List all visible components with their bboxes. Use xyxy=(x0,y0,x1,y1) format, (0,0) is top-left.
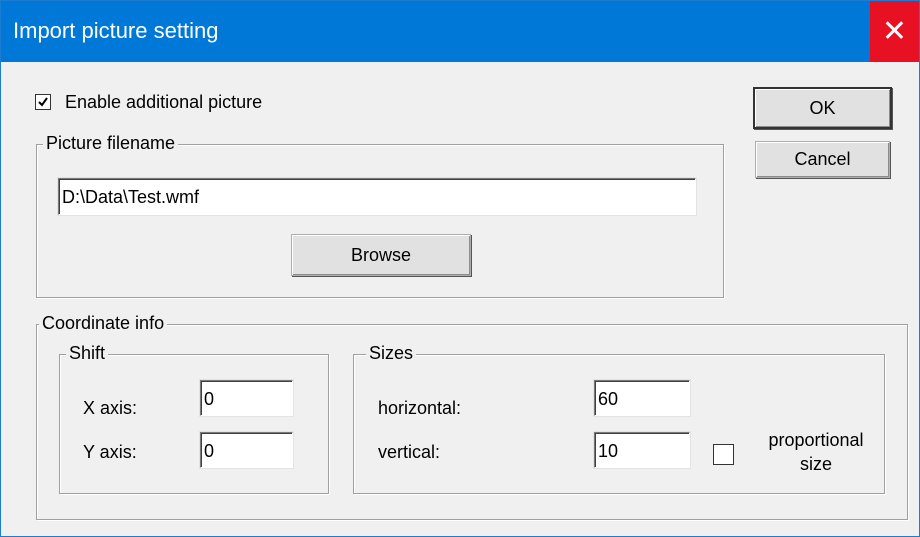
horizontal-label: horizontal: xyxy=(378,398,462,418)
proportional-size-label-line1: proportional xyxy=(768,430,864,450)
sizes-group-label: Sizes xyxy=(366,343,417,364)
proportional-size-checkbox[interactable] xyxy=(713,444,734,465)
browse-button[interactable]: Browse xyxy=(291,234,471,276)
checkmark-icon xyxy=(38,97,48,107)
picture-filename-input[interactable] xyxy=(58,178,696,215)
vertical-label: vertical: xyxy=(378,442,441,462)
y-axis-input[interactable] xyxy=(200,432,293,468)
title-bar[interactable]: Import picture setting ✕ xyxy=(1,1,919,62)
close-icon: ✕ xyxy=(881,14,908,48)
shift-group-label: Shift xyxy=(66,343,109,364)
picture-filename-group-label: Picture filename xyxy=(43,133,179,154)
coordinate-info-group-label: Coordinate info xyxy=(39,313,168,334)
browse-button-label: Browse xyxy=(350,244,412,265)
proportional-size-label-line2: size xyxy=(799,454,832,474)
window-title: Import picture setting xyxy=(13,18,219,43)
dialog-window: Import picture setting ✕ Enable addition… xyxy=(0,0,920,537)
enable-additional-picture-checkbox[interactable] xyxy=(35,94,51,110)
shift-group: Shift xyxy=(59,343,329,494)
dialog-client-area: Enable additional picture OK Cancel Pict… xyxy=(1,62,919,536)
enable-additional-picture-label[interactable]: Enable additional picture xyxy=(65,92,262,113)
ok-button[interactable]: OK xyxy=(753,87,892,129)
cancel-button[interactable]: Cancel xyxy=(755,141,890,178)
cancel-button-label: Cancel xyxy=(794,149,851,169)
ok-button-label: OK xyxy=(809,97,836,118)
close-button[interactable]: ✕ xyxy=(870,1,919,62)
vertical-size-input[interactable] xyxy=(594,432,690,468)
horizontal-size-input[interactable] xyxy=(594,380,690,416)
x-axis-input[interactable] xyxy=(200,380,293,416)
x-axis-label: X axis: xyxy=(83,398,138,418)
y-axis-label: Y axis: xyxy=(83,442,137,462)
proportional-size-label[interactable]: proportional size xyxy=(758,428,874,476)
